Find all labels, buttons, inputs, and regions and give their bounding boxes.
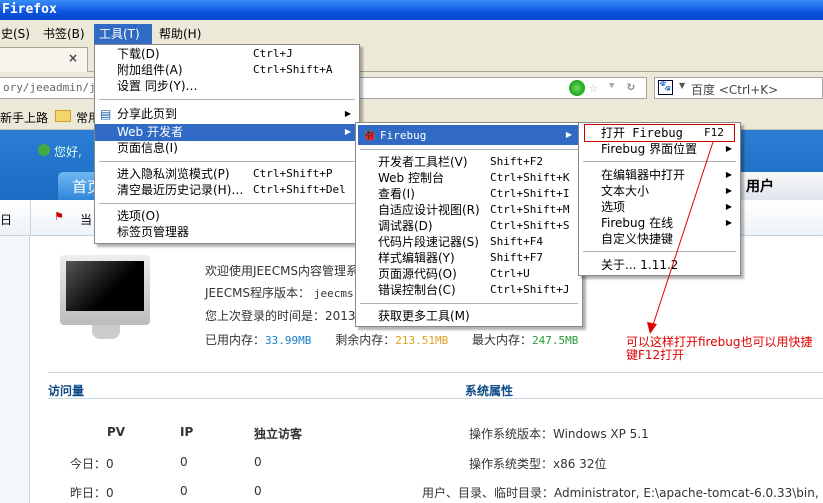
- close-tab-icon[interactable]: ×: [68, 51, 78, 65]
- menu-item-web-developer[interactable]: Web 开发者 ▶: [95, 124, 359, 141]
- firebug-icon: 🐞: [362, 128, 377, 142]
- divider: [48, 398, 823, 399]
- menu-item-debugger[interactable]: 调试器(D) Ctrl+Shift+S: [356, 218, 582, 234]
- separator: [583, 251, 736, 252]
- menu-item-more-tools[interactable]: 获取更多工具(M): [356, 308, 582, 324]
- baidu-icon[interactable]: 🐾: [658, 80, 673, 95]
- left-sidebar: [0, 236, 30, 503]
- os-version: 操作系统版本：Windows XP 5.1: [469, 427, 649, 441]
- separator: [360, 303, 578, 304]
- menu-item-share[interactable]: ▤ 分享此页到 ▶: [95, 106, 359, 122]
- mem-used: 33.99MB: [265, 334, 312, 347]
- flag-icon: ⚑: [54, 210, 64, 223]
- menu-bookmarks[interactable]: 书签(B): [38, 24, 90, 44]
- web-developer-menu: 🐞 Firebug ▶ 开发者工具栏(V) Shift+F2 Web 控制台 Ctrl+…: [355, 122, 583, 327]
- tools-menu: 下载(D) Ctrl+J 附加组件(A) Ctrl+Shift+A 设置 同步(Y)…: [94, 44, 360, 244]
- menu-item-error-console[interactable]: 错误控制台(C) Ctrl+Shift+J: [356, 282, 582, 298]
- divider: [48, 372, 823, 373]
- menu-bar: 史(S) 书签(B) 工具(T) 帮助(H): [0, 20, 823, 46]
- system-title: 系统属性: [465, 384, 514, 398]
- menu-history[interactable]: 史(S): [0, 24, 35, 44]
- last-login: 您上次登录的时间是：2013-: [205, 309, 360, 323]
- menu-item-responsive[interactable]: 自适应设计视图(R) Ctrl+Shift+M: [356, 202, 582, 218]
- search-placeholder: 百度 <Ctrl+K>: [691, 83, 779, 97]
- menu-tools[interactable]: 工具(T): [94, 24, 152, 44]
- menu-item-tab-manager[interactable]: 标签页管理器: [95, 224, 359, 240]
- folder-icon: [55, 110, 71, 122]
- menu-help[interactable]: 帮助(H): [154, 24, 206, 44]
- menu-item-page-source[interactable]: 页面源代码(O) Ctrl+U: [356, 266, 582, 282]
- menu-item-firebug-options[interactable]: 选项 ▶: [579, 199, 740, 215]
- monitor-image: [60, 255, 150, 325]
- annotation-text: 可以这样打开firebug也可以用快捷 键F12打开: [626, 335, 813, 362]
- menu-item-firebug[interactable]: 🐞 Firebug ▶: [358, 125, 580, 145]
- search-input[interactable]: 🐾 ▼ 百度 <Ctrl+K>: [654, 77, 823, 99]
- tab-users[interactable]: 用户: [740, 172, 823, 200]
- menu-item-page-info[interactable]: 页面信息(I): [95, 140, 359, 156]
- mem-free: 213.51MB: [395, 334, 449, 347]
- greeting: 您好,: [54, 145, 82, 159]
- breadcrumb-current: 当: [80, 213, 93, 227]
- menu-item-inspect[interactable]: 查看(I) Ctrl+Shift+I: [356, 186, 582, 202]
- menu-item-downloads[interactable]: 下载(D) Ctrl+J: [95, 46, 359, 62]
- today-ip: 0: [180, 455, 188, 469]
- menu-item-style-editor[interactable]: 样式编辑器(Y) Shift+F7: [356, 250, 582, 266]
- monitor-stand: [92, 325, 120, 339]
- menu-item-about[interactable]: 关于... 1.11.2: [579, 257, 740, 273]
- menu-item-shortcuts[interactable]: 自定义快捷键: [579, 231, 740, 247]
- mem-free-label: 剩余内存：: [335, 333, 396, 347]
- separator: [99, 161, 355, 162]
- separator: [360, 149, 578, 150]
- window-title: Firefox: [2, 2, 57, 17]
- memory-row: 已用内存：33.99MB 剩余内存：213.51MB 最大内存：247.5MB: [205, 331, 578, 348]
- user-icon: [38, 144, 50, 156]
- menu-item-ui-location[interactable]: Firebug 界面位置 ▶: [579, 141, 740, 157]
- separator: [99, 203, 355, 204]
- dropdown-icon[interactable]: ▼: [609, 81, 614, 91]
- menu-item-clear-history[interactable]: 清空最近历史记录(H)… Ctrl+Shift+Del: [95, 182, 359, 198]
- col-pv: PV: [107, 425, 126, 439]
- os-type: 操作系统类型：x86 32位: [469, 457, 607, 471]
- yesterday-uv: 0: [254, 484, 262, 498]
- mem-max: 247.5MB: [532, 334, 579, 347]
- welcome-text: 欢迎使用JEECMS内容管理系统: [205, 264, 371, 278]
- menu-item-private[interactable]: 进入隐私浏览模式(P) Ctrl+Shift+P: [95, 166, 359, 182]
- visits-title: 访问量: [48, 384, 85, 398]
- bookmark-item[interactable]: 新手上路: [0, 109, 48, 126]
- reload-icon[interactable]: ↻: [627, 79, 635, 94]
- menu-item-options[interactable]: 选项(O): [95, 208, 359, 224]
- col-uv: 独立访客: [254, 427, 303, 441]
- menu-item-web-console[interactable]: Web 控制台 Ctrl+Shift+K: [356, 170, 582, 186]
- title-bar: Firefox: [0, 0, 823, 20]
- menu-item-firebug-online[interactable]: Firebug 在线 ▶: [579, 215, 740, 231]
- today-pv: 今日：0: [70, 457, 114, 471]
- mem-max-label: 最大内存：: [472, 333, 533, 347]
- go-icon[interactable]: [569, 80, 585, 96]
- menu-item-text-size[interactable]: 文本大小 ▶: [579, 183, 740, 199]
- yesterday-pv: 昨日：0: [70, 486, 114, 500]
- version-row: JEECMS程序版本： jeecms-2: [205, 284, 367, 301]
- today-uv: 0: [254, 455, 262, 469]
- version-label: JEECMS程序版本：: [205, 286, 311, 300]
- engine-dropdown-icon[interactable]: ▼: [679, 81, 685, 90]
- menu-item-dev-toolbar[interactable]: 开发者工具栏(V) Shift+F2: [356, 154, 582, 170]
- sidebar-label: 日: [0, 213, 13, 227]
- bookmark-star-icon[interactable]: ☆: [589, 78, 598, 96]
- highlight-box: [584, 124, 735, 142]
- browser-tab[interactable]: ×: [0, 47, 88, 72]
- separator: [99, 99, 355, 100]
- share-icon: ▤: [100, 107, 112, 121]
- yesterday-ip: 0: [180, 484, 188, 498]
- menu-item-open-in-editor[interactable]: 在编辑器中打开 ▶: [579, 167, 740, 183]
- col-ip: IP: [180, 425, 194, 439]
- user-dirs: 用户、目录、临时目录：Administrator, E:\apache-tomc…: [422, 486, 823, 500]
- menu-item-sync[interactable]: 设置 同步(Y)…: [95, 78, 359, 94]
- separator: [583, 161, 736, 162]
- divider: [30, 200, 31, 236]
- menu-item-scratchpad[interactable]: 代码片段速记器(S) Shift+F4: [356, 234, 582, 250]
- firebug-menu: 打开 Firebug F12 Firebug 界面位置 ▶ 在编辑器中打开 ▶ 文本大…: [578, 122, 741, 276]
- mem-used-label: 已用内存：: [205, 333, 266, 347]
- menu-item-addons[interactable]: 附加组件(A) Ctrl+Shift+A: [95, 62, 359, 78]
